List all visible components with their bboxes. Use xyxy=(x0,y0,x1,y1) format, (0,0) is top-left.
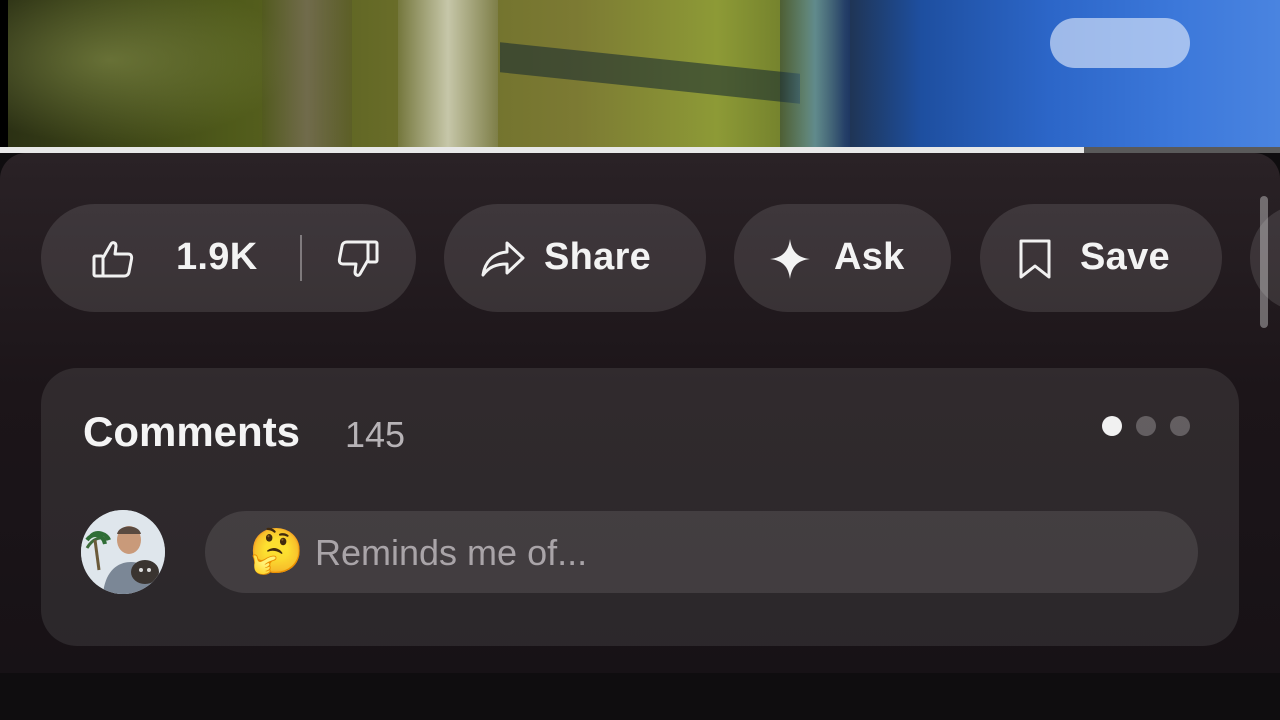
action-bar: 1.9K Share Ask Save xyxy=(41,204,1280,312)
thumbs-up-icon[interactable] xyxy=(91,239,135,279)
avatar[interactable] xyxy=(81,510,165,594)
thumbs-down-icon[interactable] xyxy=(336,239,380,279)
save-label: Save xyxy=(1080,236,1170,278)
video-frame-detail xyxy=(262,0,352,148)
sparkle-icon xyxy=(770,239,810,279)
thinking-face-icon: 🤔 xyxy=(249,526,304,577)
video-letterbox xyxy=(0,0,8,148)
like-dislike-pill: 1.9K xyxy=(41,204,416,312)
pager-dot xyxy=(1102,416,1122,436)
share-arrow-icon xyxy=(480,240,526,278)
save-button[interactable]: Save xyxy=(980,204,1222,312)
comment-input[interactable]: 🤔 Reminds me of... xyxy=(205,511,1198,593)
video-player[interactable] xyxy=(0,0,1280,148)
video-frame-detail xyxy=(500,42,800,104)
scrollbar[interactable] xyxy=(1260,196,1268,328)
video-frame-detail xyxy=(780,0,850,148)
like-count[interactable]: 1.9K xyxy=(176,236,257,279)
share-button[interactable]: Share xyxy=(444,204,706,312)
pager-dot xyxy=(1170,416,1190,436)
video-frame-detail xyxy=(1050,18,1190,68)
bottom-area xyxy=(0,673,1280,720)
ask-label: Ask xyxy=(834,236,905,278)
comments-count: 145 xyxy=(345,414,406,455)
comments-section[interactable]: Comments 145 🤔 Reminds me of... xyxy=(41,368,1239,646)
like-dislike-divider xyxy=(300,235,302,281)
comments-title: Comments xyxy=(83,408,301,455)
pager-dot xyxy=(1136,416,1156,436)
video-frame-detail xyxy=(398,0,498,148)
comments-pager xyxy=(1102,416,1190,436)
bookmark-icon xyxy=(1018,238,1052,280)
ask-button[interactable]: Ask xyxy=(734,204,951,312)
share-label: Share xyxy=(544,236,652,278)
comment-placeholder: Reminds me of... xyxy=(315,532,588,573)
